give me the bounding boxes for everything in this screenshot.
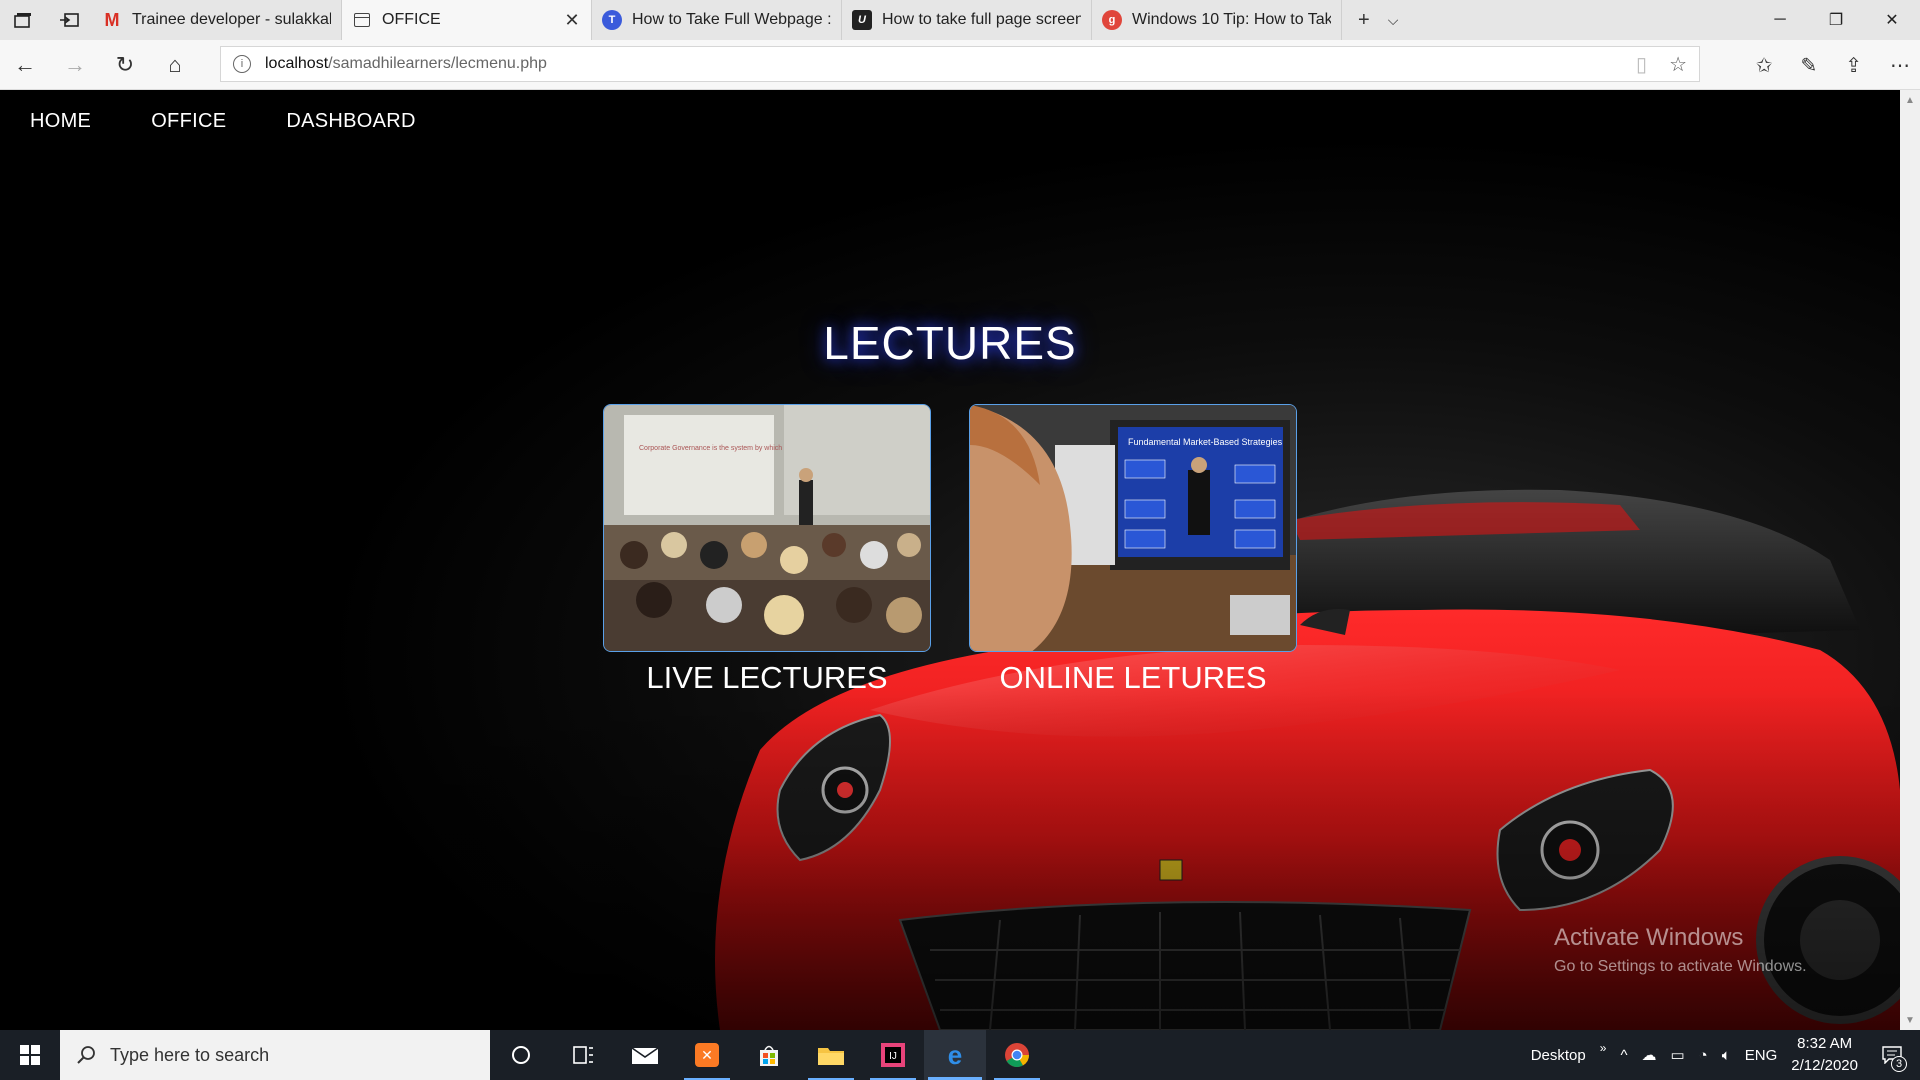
address-bar[interactable]: i localhost/samadhilearners/lecmenu.php … (220, 46, 1700, 82)
xampp-app-icon[interactable]: ✕ (676, 1030, 738, 1080)
show-hidden-icons-icon[interactable]: ^ (1620, 1047, 1627, 1064)
set-aside-tabs-icon[interactable] (46, 0, 92, 40)
start-button[interactable] (0, 1030, 60, 1080)
tab-actions-icon[interactable] (0, 0, 46, 40)
file-explorer-icon[interactable] (800, 1030, 862, 1080)
watermark-subtitle: Go to Settings to activate Windows. (1554, 958, 1807, 975)
edge-browser-icon[interactable]: e (924, 1030, 986, 1080)
onedrive-icon[interactable]: ☁ (1641, 1046, 1656, 1064)
clock[interactable]: 8:32 AM 2/12/2020 (1791, 1033, 1858, 1077)
favorites-list-icon[interactable]: ✩ (1756, 53, 1773, 78)
online-lectures-image[interactable]: Fundamental Market-Based Strategies (969, 404, 1297, 652)
scroll-up-icon[interactable]: ▲ (1900, 90, 1920, 110)
system-tray: Desktop » ^ ☁ ▭ ◔ 🔈︎ ENG 8:32 AM 2/12/20… (1531, 1030, 1920, 1080)
back-icon[interactable]: ← (0, 40, 50, 90)
car-background-image (0, 90, 1900, 1030)
scroll-down-icon[interactable]: ▼ (1900, 1010, 1920, 1030)
taskbar-search-box[interactable]: Type here to search (60, 1030, 490, 1080)
task-view-icon[interactable] (552, 1030, 614, 1080)
pen-icon[interactable]: ✎ (1800, 53, 1817, 78)
nav-dashboard-link[interactable]: DASHBOARD (286, 110, 415, 133)
language-indicator[interactable]: ENG (1745, 1047, 1778, 1064)
windows-logo-icon (20, 1045, 40, 1065)
wifi-icon[interactable]: ◔ (1699, 1047, 1708, 1064)
online-lectures-card[interactable]: Fundamental Market-Based Strategies ONLI… (969, 404, 1297, 696)
watermark-title: Activate Windows (1554, 924, 1744, 951)
clock-date: 2/12/2020 (1791, 1057, 1858, 1074)
activate-windows-watermark: Activate Windows Go to Settings to activ… (1554, 924, 1807, 976)
intellij-app-icon[interactable]: IJ (862, 1030, 924, 1080)
forward-icon[interactable]: → (50, 40, 100, 90)
search-placeholder: Type here to search (110, 1044, 270, 1065)
svg-text:✕: ✕ (701, 1047, 713, 1063)
store-app-icon[interactable] (738, 1030, 800, 1080)
restore-icon[interactable]: ❐ (1808, 0, 1864, 40)
windows-taskbar: Type here to search ✕ IJ e Desktop » ^ ☁… (0, 1030, 1920, 1080)
gmail-icon: M (104, 9, 120, 30)
site-info-icon[interactable]: i (233, 55, 251, 73)
tab-title: How to take full page screen (882, 11, 1081, 28)
page-scrollbar[interactable]: ▲ ▼ (1900, 90, 1920, 1030)
tab-full-webpage[interactable]: T How to Take Full Webpage : (592, 0, 842, 40)
reading-view-icon[interactable]: ▯ (1636, 52, 1647, 77)
mail-app-icon[interactable] (614, 1030, 676, 1080)
page-icon (352, 10, 372, 30)
desktop-toolbar-label[interactable]: Desktop (1531, 1047, 1586, 1064)
home-icon[interactable]: ⌂ (150, 40, 200, 90)
refresh-icon[interactable]: ↻ (100, 40, 150, 90)
close-tab-icon[interactable]: ✕ (563, 10, 581, 31)
tab-full-page-screenshot[interactable]: U How to take full page screen (842, 0, 1092, 40)
tab-title: OFFICE (382, 11, 441, 28)
tab-title: How to Take Full Webpage : (632, 11, 831, 28)
browser-tab-bar: M Trainee developer - sulakkal OFFICE ✕ … (0, 0, 1920, 40)
browser-nav-bar: ← → ↻ ⌂ i localhost/samadhilearners/lecm… (0, 40, 1920, 90)
url-path: /samadhilearners/lecmenu.php (328, 55, 547, 72)
cortana-icon[interactable] (490, 1030, 552, 1080)
nav-office-link[interactable]: OFFICE (151, 110, 226, 133)
search-icon (77, 1046, 95, 1064)
tab-gmail[interactable]: M Trainee developer - sulakkal (92, 0, 342, 40)
live-lectures-card[interactable]: Corporate Governance is the system by wh… (603, 404, 931, 696)
techtalk-icon: T (602, 10, 622, 30)
g-icon: g (1102, 10, 1122, 30)
share-icon[interactable]: ⇪ (1845, 53, 1862, 78)
page-viewport: HOME OFFICE DASHBOARD LECTURES Corporate… (0, 90, 1900, 1030)
battery-icon[interactable]: ▭ (1670, 1046, 1684, 1064)
favorite-star-icon[interactable]: ☆ (1669, 52, 1687, 77)
tab-title: Windows 10 Tip: How to Tak (1132, 11, 1331, 28)
more-icon[interactable]: ⋯ (1890, 53, 1910, 78)
live-lectures-image[interactable]: Corporate Governance is the system by wh… (603, 404, 931, 652)
tab-windows-tip[interactable]: g Windows 10 Tip: How to Tak (1092, 0, 1342, 40)
svg-text:e: e (948, 1042, 962, 1068)
new-tab-icon[interactable]: + (1358, 9, 1370, 32)
chrome-browser-icon[interactable] (986, 1030, 1048, 1080)
url-host: localhost (265, 55, 329, 72)
nav-home-link[interactable]: HOME (30, 110, 91, 133)
toolbar-expand-icon[interactable]: » (1600, 1041, 1607, 1055)
tab-preview-chevron-icon[interactable]: ⌵ (1388, 12, 1399, 29)
svg-text:IJ: IJ (889, 1051, 897, 1062)
site-nav: HOME OFFICE DASHBOARD (30, 110, 416, 133)
close-window-icon[interactable]: ✕ (1864, 0, 1920, 40)
volume-icon[interactable]: 🔈︎ (1722, 1047, 1731, 1064)
tab-office[interactable]: OFFICE ✕ (342, 0, 592, 40)
clock-time: 8:32 AM (1797, 1035, 1853, 1052)
minimize-icon[interactable]: ─ (1752, 0, 1808, 40)
live-lectures-caption[interactable]: LIVE LECTURES (603, 660, 931, 696)
tab-title: Trainee developer - sulakkal (132, 11, 331, 28)
online-lectures-caption[interactable]: ONLINE LETURES (969, 660, 1297, 696)
notification-count-badge: 3 (1891, 1056, 1907, 1072)
action-center-icon[interactable]: 3 (1872, 1030, 1912, 1080)
slide-title: Fundamental Market-Based Strategies (1128, 437, 1283, 447)
udemy-icon: U (852, 10, 872, 30)
page-title: LECTURES (823, 317, 1077, 369)
